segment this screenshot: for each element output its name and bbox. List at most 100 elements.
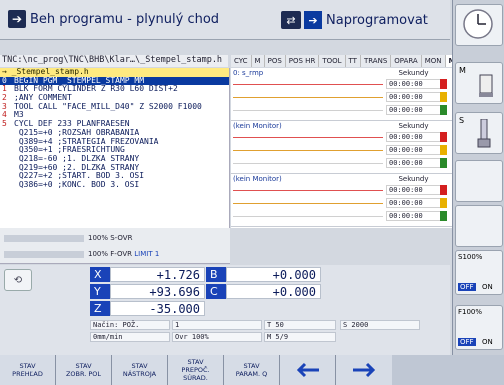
graph-line bbox=[233, 163, 383, 164]
m-function-button[interactable]: M bbox=[455, 62, 503, 104]
tab-tt[interactable]: TT bbox=[345, 55, 361, 67]
line-text: CYCL DEF 233 PLANFRAESEN bbox=[14, 119, 130, 129]
softkey-5[interactable]: STAV PARAM. Q bbox=[224, 355, 280, 385]
line-text: Q386=+0 ;KONC. BOD 3. OSI bbox=[14, 179, 140, 189]
tnc-screen: { "header":{"mode_label":"Beh programu -… bbox=[0, 0, 504, 385]
graph-line bbox=[233, 150, 383, 151]
axis-b-label: B bbox=[206, 267, 226, 282]
monitor-label: 0: s_rmp bbox=[233, 69, 264, 77]
tab-pos-hr[interactable]: POS HR bbox=[285, 55, 320, 67]
reference-icon[interactable]: ⟲ bbox=[4, 269, 32, 291]
mode-arrow-icon: ➔ bbox=[8, 10, 26, 28]
status-indicator bbox=[440, 185, 447, 195]
axis-c-value: +0.000 bbox=[226, 284, 321, 299]
time-value: 00:00:00 bbox=[386, 185, 441, 195]
line-number: 5 bbox=[2, 119, 7, 129]
graph-line bbox=[233, 110, 383, 111]
status-indicator bbox=[440, 79, 447, 89]
time-value: 00:00:00 bbox=[386, 211, 441, 221]
time-value: 00:00:00 bbox=[386, 105, 441, 115]
graph-line bbox=[233, 203, 383, 204]
feed-rate: 0mm/min bbox=[90, 332, 170, 342]
program-line: Q386=+0 ;KONC. BOD 3. OSI bbox=[0, 179, 229, 190]
axis-x-value: +1.726 bbox=[110, 267, 205, 282]
line-text: ;ANY COMMENT bbox=[14, 93, 72, 103]
line-text: Q389=+4 ;STRATEGIA FREZOVANIA bbox=[14, 136, 159, 146]
axis-z-value: -35.000 bbox=[110, 301, 205, 316]
time-value: 00:00:00 bbox=[386, 158, 441, 168]
override-info: Ovr 100% bbox=[172, 332, 262, 342]
softkey-6[interactable] bbox=[280, 355, 336, 385]
status-indicator bbox=[440, 105, 447, 115]
time-value: 00:00:00 bbox=[386, 132, 441, 142]
tab-mon[interactable]: MON bbox=[421, 55, 446, 67]
axis-z-label: Z bbox=[90, 301, 110, 316]
s-spindle-button[interactable]: S bbox=[455, 112, 503, 154]
position-display: ⟲ X +1.726 Y +93.696 Z -35.000 B +0.000 C +0.000 N… bbox=[0, 265, 450, 355]
spindle-speed: S 2000 bbox=[340, 320, 420, 330]
time-value: 00:00:00 bbox=[386, 79, 441, 89]
operating-mode[interactable]: ➔ Beh programu - plynulý chod bbox=[8, 6, 219, 32]
side-blank-2[interactable] bbox=[455, 205, 503, 247]
line-text: Q215=+0 ;ROZSAH OBRABANIA bbox=[14, 127, 140, 137]
seconds-header: Sekundy bbox=[398, 175, 429, 183]
time-value: 00:00:00 bbox=[386, 198, 441, 208]
graph-line bbox=[233, 190, 383, 191]
mode-info: Način: POŽ. bbox=[90, 320, 170, 330]
line-text: Q350=+1 ;FRAESRICHTUNG bbox=[14, 145, 125, 155]
tab-m[interactable]: M bbox=[251, 55, 265, 67]
tab-trans[interactable]: TRANS bbox=[360, 55, 392, 67]
tool-number: T 50 bbox=[264, 320, 336, 330]
axis-y-value: +93.696 bbox=[110, 284, 205, 299]
programming-mode[interactable]: ⇄ ➔ Naprogramovat bbox=[281, 9, 443, 31]
line-text: M3 bbox=[14, 110, 24, 120]
softkey-2[interactable]: STAV ZOBR. POL bbox=[56, 355, 112, 385]
tool-info: 1 bbox=[172, 320, 262, 330]
softkey-7[interactable] bbox=[336, 355, 392, 385]
monitor-block: 0: s_rmp Sekundy 00:00:00 00:00:00 00:00:00 bbox=[231, 68, 452, 121]
seconds-header: Sekundy bbox=[398, 122, 429, 130]
axis-c-label: C bbox=[206, 284, 226, 299]
axis-y-label: Y bbox=[90, 284, 110, 299]
s-override: 100% S-OVR bbox=[4, 234, 132, 242]
line-text: Q218=-60 ;1. DLZKA STRANY bbox=[14, 153, 140, 163]
f-override: 100% F-OVR LIMIT 1 bbox=[4, 250, 159, 258]
graph-line bbox=[233, 97, 383, 98]
switch-icon: ⇄ bbox=[281, 11, 301, 29]
axis-b-value: +0.000 bbox=[226, 267, 321, 282]
softkey-1[interactable]: STAV PREHĽAD bbox=[0, 355, 56, 385]
softkey-4[interactable]: STAV PREPOČ. SÚRAD. bbox=[168, 355, 224, 385]
monitor-label: (kein Monitor) bbox=[233, 122, 282, 130]
program-lines: 0 BEGIN PGM _STEMPEL_STAMP MM 1 BLK FORM CY… bbox=[0, 76, 229, 190]
m-function: M 5/9 bbox=[264, 332, 336, 342]
side-blank-1[interactable] bbox=[455, 160, 503, 202]
time-value: 00:00:00 bbox=[386, 92, 441, 102]
clock-icon bbox=[455, 4, 503, 46]
line-text: Q219=+60 ;2. DLZKA STRANY bbox=[14, 162, 140, 172]
monitor-block: (kein Monitor) Sekundy 00:00:00 00:00:00 00:… bbox=[231, 174, 452, 227]
s-override-knob[interactable]: S100% OFF ON bbox=[455, 250, 503, 295]
program-arrow-icon: ➔ bbox=[304, 11, 322, 29]
side-panel: M S S100% OFF ON F100% OFF ON bbox=[452, 0, 504, 355]
program-listing[interactable]: → _Stempel_stamp.h 0 BEGIN PGM _STEMPEL_S… bbox=[0, 67, 230, 228]
status-indicator bbox=[440, 211, 447, 221]
line-text: TOOL CALL "FACE_MILL_D40" Z S2000 F1000 bbox=[14, 101, 202, 111]
graph-line bbox=[233, 216, 383, 217]
axis-x-label: X bbox=[90, 267, 110, 282]
softkey-3[interactable]: STAV NÁSTROJA bbox=[112, 355, 168, 385]
status-tabs: CYCMPOSPOS HRTOOLTTTRANSOPARAMONMON Deta… bbox=[231, 55, 498, 67]
line-text: BLK FORM CYLINDER Z R30 L60 DIST+2 bbox=[14, 84, 178, 94]
status-indicator bbox=[440, 158, 447, 168]
tab-tool[interactable]: TOOL bbox=[319, 55, 346, 67]
f-override-knob[interactable]: F100% OFF ON bbox=[455, 305, 503, 350]
softkey-bar: STAV PREHĽAD STAV ZOBR. POL STAV NÁSTROJA S… bbox=[0, 355, 504, 385]
tab-cyc[interactable]: CYC bbox=[231, 55, 252, 67]
status-indicator bbox=[440, 145, 447, 155]
mode-label: Beh programu - plynulý chod bbox=[30, 11, 220, 27]
status-indicator bbox=[440, 92, 447, 102]
status-indicator bbox=[440, 198, 447, 208]
monitor-block: (kein Monitor) Sekundy 00:00:00 00:00:00 00:… bbox=[231, 121, 452, 174]
tab-pos[interactable]: POS bbox=[264, 55, 286, 67]
graph-line bbox=[233, 84, 383, 85]
tab-opara[interactable]: OPARA bbox=[391, 55, 422, 67]
